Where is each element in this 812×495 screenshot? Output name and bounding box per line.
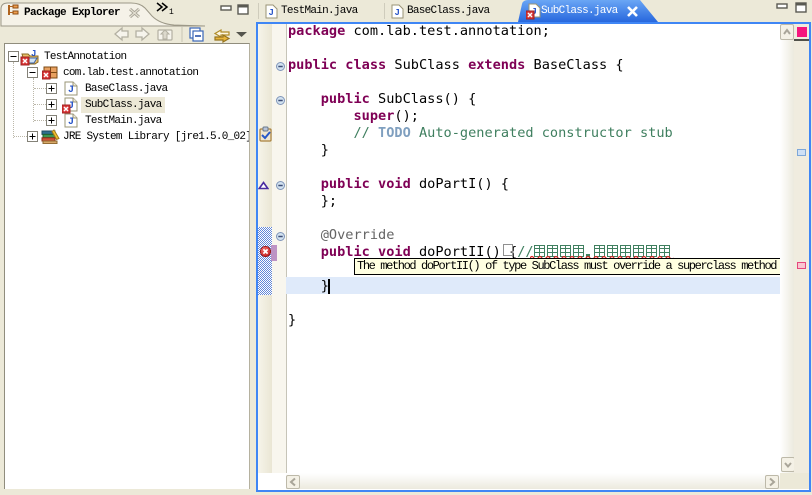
svg-text:1: 1 bbox=[169, 8, 174, 16]
svg-text:J: J bbox=[395, 8, 400, 18]
svg-text:J: J bbox=[31, 49, 36, 59]
svg-text:J: J bbox=[68, 85, 74, 96]
svg-text:J: J bbox=[269, 8, 274, 18]
svg-text:J: J bbox=[68, 117, 74, 128]
